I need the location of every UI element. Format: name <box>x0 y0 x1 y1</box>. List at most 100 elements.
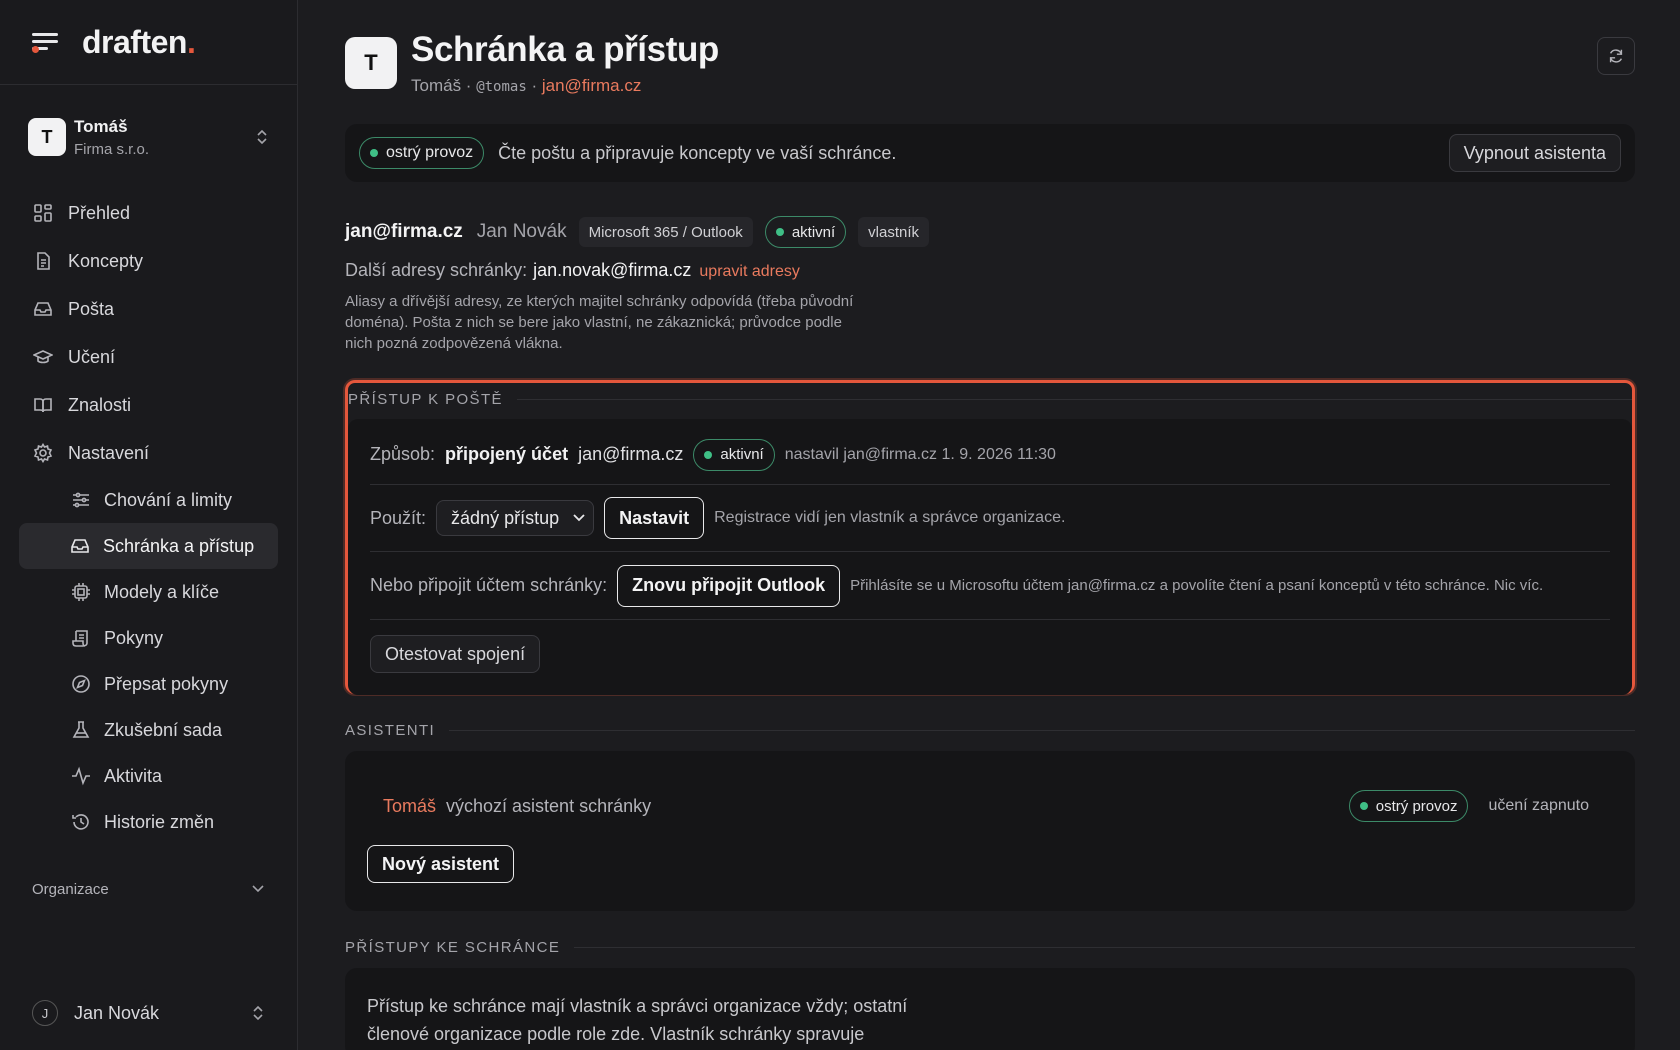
nav-item-uceni[interactable]: Učení <box>0 333 297 381</box>
nav-item-znalosti[interactable]: Znalosti <box>0 381 297 429</box>
sidebar: draften. T Tomáš Firma s.r.o. Přehled Ko… <box>0 0 298 1050</box>
method-value: připojený účet <box>445 444 569 464</box>
alias-label: Další adresy schránky: <box>345 260 528 280</box>
subtitle-handle: @tomas <box>476 79 527 95</box>
chip-icon <box>70 581 92 603</box>
nav-item-koncepty[interactable]: Koncepty <box>0 237 297 285</box>
chevron-down-icon <box>573 514 585 522</box>
disable-assistant-button[interactable]: Vypnout asistenta <box>1448 134 1621 172</box>
subnav-label: Historie změn <box>104 811 215 832</box>
assistant-desc: výchozí asistent schránky <box>446 795 652 816</box>
nav-item-prehled[interactable]: Přehled <box>0 189 297 237</box>
subnav-item-schranka[interactable]: Schránka a přístup <box>19 523 278 569</box>
subnav-item-prepsat[interactable]: Přepsat pokyny <box>0 661 297 707</box>
compass-icon <box>70 673 92 695</box>
set-access-button[interactable]: Nastavit <box>604 497 705 539</box>
brand-logo: draften. <box>82 23 196 60</box>
workspace-avatar: T <box>28 118 66 156</box>
inbox-icon <box>32 298 54 320</box>
section-label: ASISTENTI <box>345 722 1635 739</box>
subnav-label: Aktivita <box>104 765 163 786</box>
refresh-icon <box>1609 49 1623 63</box>
assistant-name-link[interactable]: Tomáš <box>383 796 436 817</box>
chevrons-updown-icon <box>251 1004 265 1022</box>
method-meta: nastavil jan@firma.cz 1. 9. 2026 11:30 <box>784 445 1056 463</box>
status-text: ostrý provoz <box>1375 797 1458 815</box>
nav-label: Koncepty <box>68 250 144 271</box>
subnav-label: Modely a klíče <box>104 581 220 602</box>
nav-label: Nastavení <box>68 442 150 463</box>
workspace-name: Tomáš <box>74 116 128 136</box>
assistant-learning: učení zapnuto <box>1488 797 1589 814</box>
account-status-badge: aktivní <box>764 216 847 248</box>
separator: · <box>461 76 477 95</box>
status-text: ostrý provoz <box>386 144 474 161</box>
new-assistant-button[interactable]: Nový asistent <box>367 845 515 883</box>
scroll-icon <box>70 627 92 649</box>
use-help: Registrace vidí jen vlastník a správce o… <box>714 509 1066 526</box>
subnav-item-historie[interactable]: Historie změn <box>0 799 297 845</box>
page-title: Schránka a přístup <box>411 30 719 69</box>
workspace-switcher[interactable]: T Tomáš Firma s.r.o. <box>0 85 297 189</box>
banner-text: Čte poštu a připravuje koncepty ve vaší … <box>498 142 897 163</box>
use-label: Použít: <box>370 507 427 528</box>
method-status-badge: aktivní <box>693 438 775 471</box>
organization-toggle[interactable]: Organizace <box>0 863 297 915</box>
user-name: Jan Novák <box>74 1002 160 1023</box>
access-select[interactable]: žádný přístup <box>436 500 595 536</box>
mail-access-card: Způsob: připojený účet jan@firma.cz akti… <box>348 419 1632 695</box>
assistant-row[interactable]: Tomáš výchozí asistent schránky ostrý pr… <box>367 751 1613 835</box>
subnav-item-aktivita[interactable]: Aktivita <box>0 753 297 799</box>
organization-label: Organizace <box>32 880 109 898</box>
status-text: aktivní <box>720 446 764 463</box>
section-label: PŘÍSTUPY KE SCHRÁNCE <box>345 939 1635 956</box>
subnav-item-pokyny[interactable]: Pokyny <box>0 615 297 661</box>
status-banner: ostrý provoz Čte poštu a připravuje konc… <box>345 124 1635 182</box>
nav-label: Pošta <box>68 298 115 319</box>
alias-row: Další adresy schránky: jan.novak@firma.cz… <box>345 260 1635 281</box>
nav-item-posta[interactable]: Pošta <box>0 285 297 333</box>
book-icon <box>32 394 54 416</box>
assistants-card: Tomáš výchozí asistent schránky ostrý pr… <box>345 751 1635 911</box>
account-email: jan@firma.cz <box>345 221 463 242</box>
nav-label: Přehled <box>68 202 131 223</box>
reconnect-outlook-button[interactable]: Znovu připojit Outlook <box>617 564 841 607</box>
subnav-item-zkusebni[interactable]: Zkušební sada <box>0 707 297 753</box>
chevron-down-icon <box>251 884 265 894</box>
method-email: jan@firma.cz <box>578 444 684 464</box>
assistants-section: ASISTENTI Tomáš výchozí asistent schránk… <box>345 722 1635 911</box>
subnav-label: Zkušební sada <box>104 719 223 740</box>
alias-help: Aliasy a dřívější adresy, ze kterých maj… <box>345 293 854 352</box>
mailbox-access-card: Přístup ke schránce mají vlastník a sprá… <box>345 968 1635 1050</box>
subnav-label: Pokyny <box>104 627 164 648</box>
select-value: žádný přístup <box>451 507 560 528</box>
section-label: PŘÍSTUP K POŠTĚ <box>348 383 1632 413</box>
nav-item-nastaveni[interactable]: Nastavení <box>0 429 297 477</box>
user-avatar: J <box>32 1000 58 1026</box>
subnav-label: Chování a limity <box>104 489 233 510</box>
subtitle-email-link[interactable]: jan@firma.cz <box>542 76 641 95</box>
refresh-button[interactable] <box>1597 37 1635 75</box>
separator: · <box>526 76 542 95</box>
graduation-cap-icon <box>32 346 54 368</box>
chevrons-updown-icon <box>255 128 269 146</box>
test-connection-button[interactable]: Otestovat spojení <box>370 635 541 673</box>
flask-icon <box>70 719 92 741</box>
subnav-item-modely[interactable]: Modely a klíče <box>0 569 297 615</box>
user-menu[interactable]: J Jan Novák <box>32 1000 265 1026</box>
menu-icon[interactable] <box>32 31 60 53</box>
subtitle-name: Tomáš <box>411 76 462 95</box>
access-use-row: Použít: žádný přístup Nastavit Registrac… <box>370 485 1610 552</box>
settings-subnav: Chování a limity Schránka a přístup Mode… <box>0 477 297 845</box>
connect-help: Přihlásíte se u Microsoftu účtem jan@fir… <box>850 577 1544 594</box>
main-nav: Přehled Koncepty Pošta Učení Znalosti Na… <box>0 189 297 477</box>
assistant-status-badge: ostrý provoz <box>1348 790 1469 822</box>
main-content: T Schránka a přístup Tomáš · @tomas · ja… <box>345 0 1635 1050</box>
subnav-item-chovani[interactable]: Chování a limity <box>0 477 297 523</box>
access-method-row: Způsob: připojený účet jan@firma.cz akti… <box>370 419 1610 485</box>
grid-icon <box>32 202 54 224</box>
account-name: Jan Novák <box>476 221 567 242</box>
activity-icon <box>70 765 92 787</box>
nav-label: Znalosti <box>68 394 132 415</box>
edit-aliases-link[interactable]: upravit adresy <box>699 263 800 280</box>
